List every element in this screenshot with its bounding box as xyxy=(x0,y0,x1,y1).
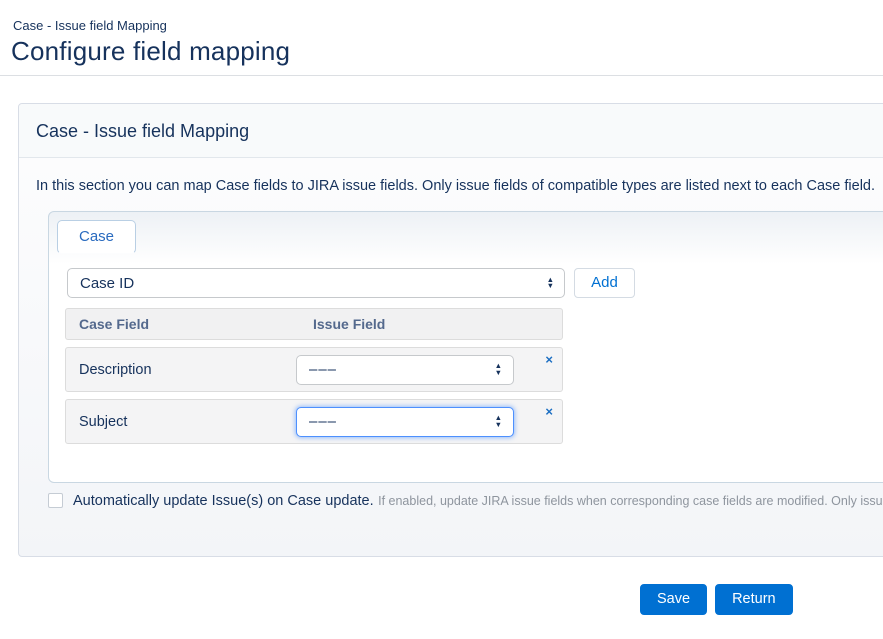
add-button[interactable]: Add xyxy=(574,268,635,298)
header-issue-field: Issue Field xyxy=(313,316,385,332)
issue-field-select-value: ––– xyxy=(309,361,337,378)
auto-update-checkbox[interactable] xyxy=(48,493,63,508)
issue-field-select-value: ––– xyxy=(309,413,337,430)
mapping-table-header: Case Field Issue Field xyxy=(65,308,563,340)
table-row: Subject ––– ▲ ▼ × xyxy=(65,399,563,444)
card-body: In this section you can map Case fields … xyxy=(19,158,883,510)
breadcrumb: Case - Issue field Mapping xyxy=(13,18,167,33)
case-field-label: Subject xyxy=(66,414,127,430)
case-tab-panel: Case ID ▲ ▼ Add Case Field Issue Field xyxy=(49,268,883,444)
auto-update-text: Automatically update Issue(s) on Case up… xyxy=(73,492,883,510)
table-row: Description ––– ▲ ▼ × xyxy=(65,347,563,392)
tab-case[interactable]: Case xyxy=(57,220,136,254)
issue-field-select[interactable]: ––– ▲ ▼ xyxy=(296,407,514,437)
select-spinner-icon: ▲ ▼ xyxy=(495,415,503,428)
page-header: Case - Issue field Mapping Configure fie… xyxy=(0,0,883,76)
tab-case-label: Case xyxy=(79,228,114,245)
auto-update-label: Automatically update Issue(s) on Case up… xyxy=(73,493,374,509)
return-button[interactable]: Return xyxy=(715,584,793,615)
field-picker-row: Case ID ▲ ▼ Add xyxy=(67,268,883,298)
issue-field-select[interactable]: ––– ▲ ▼ xyxy=(296,355,514,385)
case-field-label: Description xyxy=(66,362,152,378)
select-spinner-icon: ▲ ▼ xyxy=(495,363,503,376)
auto-update-help: If enabled, update JIRA issue fields whe… xyxy=(378,494,883,508)
page-title: Configure field mapping xyxy=(11,36,290,67)
remove-row-icon[interactable]: × xyxy=(545,353,553,366)
save-button[interactable]: Save xyxy=(640,584,707,615)
header-case-field: Case Field xyxy=(66,316,149,332)
auto-update-row: Automatically update Issue(s) on Case up… xyxy=(48,492,883,510)
remove-row-icon[interactable]: × xyxy=(545,405,553,418)
case-field-select-value: Case ID xyxy=(80,275,134,292)
tabs-container: Case Case ID ▲ ▼ Add Case Field xyxy=(48,211,883,483)
field-mapping-card: Case - Issue field Mapping In this secti… xyxy=(18,103,883,557)
mapping-table: Case Field Issue Field Description ––– ▲… xyxy=(65,308,563,444)
select-spinner-icon: ▲ ▼ xyxy=(547,277,554,290)
footer-actions: Save Return xyxy=(640,584,793,615)
case-field-select[interactable]: Case ID ▲ ▼ xyxy=(67,268,565,298)
card-title: Case - Issue field Mapping xyxy=(19,104,883,158)
section-description: In this section you can map Case fields … xyxy=(36,178,883,194)
